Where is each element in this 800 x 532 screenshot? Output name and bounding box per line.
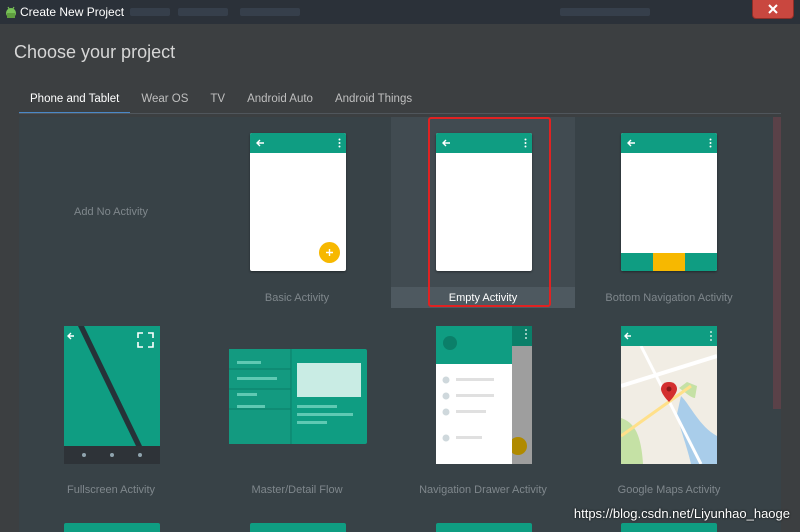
template-row3-preview[interactable] <box>621 523 717 532</box>
bottom-nav-bar <box>621 253 717 271</box>
fullscreen-activity-preview <box>64 326 160 464</box>
title-bar: Create New Project <box>0 0 800 24</box>
background-window-ghost <box>560 8 650 16</box>
tabs-divider <box>19 113 781 114</box>
bottom-nav-selected-tab <box>653 253 685 271</box>
tab-android-auto[interactable]: Android Auto <box>236 90 324 114</box>
tab-phone-and-tablet[interactable]: Phone and Tablet <box>19 90 131 114</box>
fab-plus-icon <box>319 242 340 263</box>
selection-annotation-box <box>428 117 551 307</box>
tab-tv[interactable]: TV <box>199 90 236 114</box>
window-title: Create New Project <box>20 5 125 19</box>
watermark: https://blog.csdn.net/Liyunhao_haoge <box>573 506 790 521</box>
template-google-maps-activity[interactable]: Google Maps Activity <box>577 309 761 499</box>
close-icon <box>768 4 778 14</box>
close-button[interactable] <box>752 0 794 19</box>
platform-tabs: Phone and Tablet Wear OS TV Android Auto… <box>19 90 423 114</box>
template-add-no-activity[interactable]: Add No Activity <box>19 117 203 307</box>
overflow-menu-icon <box>338 138 341 148</box>
back-arrow-icon <box>627 139 635 147</box>
template-label: Bottom Navigation Activity <box>605 292 733 304</box>
create-project-dialog: Choose your project Phone and Tablet Wea… <box>0 24 800 532</box>
page-title: Choose your project <box>14 42 176 62</box>
app-bar <box>621 133 717 153</box>
background-window-ghost <box>178 8 228 16</box>
template-gallery: Add No Activity Basic Activity Empty Act… <box>19 117 781 532</box>
template-label: Fullscreen Activity <box>66 484 156 496</box>
template-label: Google Maps Activity <box>617 484 721 496</box>
template-row3-preview[interactable] <box>250 523 346 532</box>
gallery-scrollbar[interactable] <box>773 117 781 409</box>
app-bar <box>250 133 346 153</box>
template-label: Basic Activity <box>264 292 330 304</box>
bottom-navigation-preview <box>621 133 717 271</box>
template-basic-activity[interactable]: Basic Activity <box>205 117 389 307</box>
tab-wear-os[interactable]: Wear OS <box>130 90 199 114</box>
template-row3-preview[interactable] <box>436 523 532 532</box>
template-label: Master/Detail Flow <box>251 484 343 496</box>
navigation-drawer-preview <box>436 326 532 464</box>
template-row3-preview[interactable] <box>64 523 160 532</box>
google-maps-preview <box>621 326 717 464</box>
overflow-menu-icon <box>709 138 712 148</box>
background-window-ghost <box>240 8 300 16</box>
template-bottom-navigation-activity[interactable]: Bottom Navigation Activity <box>577 117 761 307</box>
template-navigation-drawer-activity[interactable]: Navigation Drawer Activity <box>391 309 575 499</box>
template-label: Add No Activity <box>74 206 148 218</box>
android-studio-icon <box>6 6 16 18</box>
back-arrow-icon <box>256 139 264 147</box>
background-window-ghost <box>130 8 170 16</box>
master-detail-preview <box>229 349 367 444</box>
template-label: Navigation Drawer Activity <box>419 484 547 496</box>
basic-activity-preview <box>250 133 346 271</box>
template-master-detail-flow[interactable]: Master/Detail Flow <box>205 309 389 499</box>
template-fullscreen-activity[interactable]: Fullscreen Activity <box>19 309 203 499</box>
tab-android-things[interactable]: Android Things <box>324 90 423 114</box>
